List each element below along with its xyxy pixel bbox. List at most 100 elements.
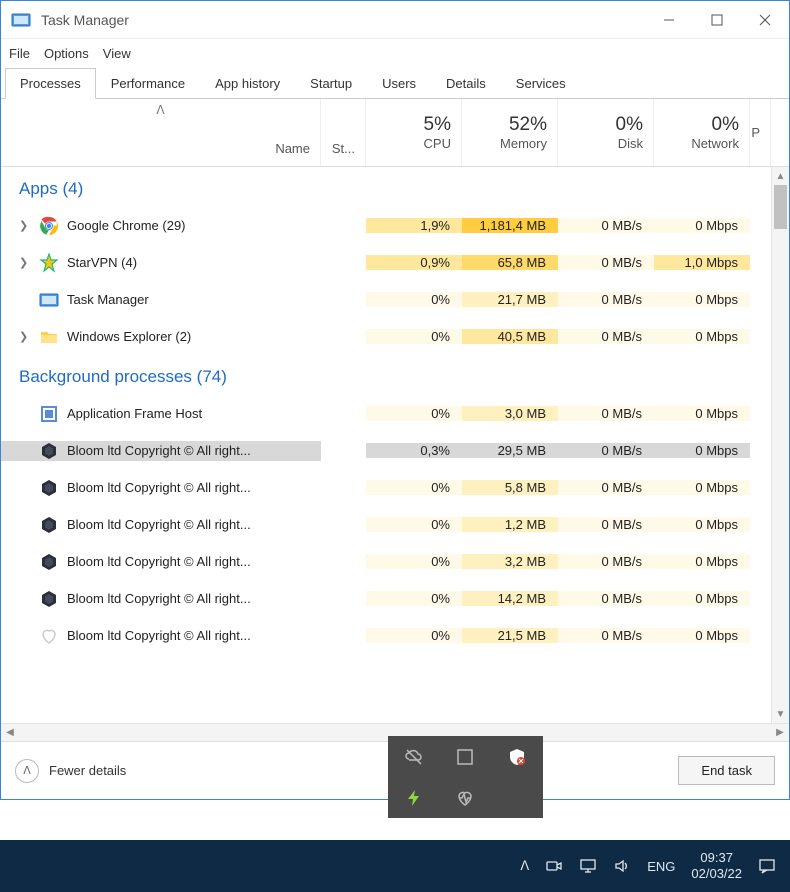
process-name: Bloom ltd Copyright © All right... [67, 591, 251, 606]
process-name: StarVPN (4) [67, 255, 137, 270]
cell-disk: 0 MB/s [558, 255, 654, 270]
maximize-button[interactable] [693, 1, 741, 39]
process-name: Bloom ltd Copyright © All right... [67, 517, 251, 532]
process-row[interactable]: Bloom ltd Copyright © All right...0,3%29… [1, 432, 789, 469]
bloom-icon [39, 515, 59, 535]
close-button[interactable] [741, 1, 789, 39]
cell-disk: 0 MB/s [558, 480, 654, 495]
tab-app-history[interactable]: App history [200, 68, 295, 99]
tab-performance[interactable]: Performance [96, 68, 200, 99]
process-name: Application Frame Host [67, 406, 202, 421]
cell-memory: 3,2 MB [462, 554, 558, 569]
menubar: File Options View [1, 39, 789, 67]
menu-view[interactable]: View [103, 46, 131, 61]
end-task-button[interactable]: End task [678, 756, 775, 785]
process-name: Bloom ltd Copyright © All right... [67, 480, 251, 495]
cell-disk: 0 MB/s [558, 406, 654, 421]
tray-overflow-popup[interactable] [388, 736, 543, 818]
cell-memory: 21,5 MB [462, 628, 558, 643]
scroll-up-icon[interactable]: ▲ [772, 167, 789, 185]
process-row[interactable]: Bloom ltd Copyright © All right...0%14,2… [1, 580, 789, 617]
process-row[interactable]: Application Frame Host0%3,0 MB0 MB/s0 Mb… [1, 395, 789, 432]
window-title: Task Manager [41, 12, 129, 28]
expand-chevron-icon[interactable]: ❯ [19, 219, 31, 232]
bolt-icon[interactable] [388, 777, 440, 818]
tray-overflow-chevron-icon[interactable]: ᐱ [520, 858, 529, 874]
cell-disk: 0 MB/s [558, 443, 654, 458]
scroll-down-icon[interactable]: ▼ [772, 705, 789, 723]
bloom-icon [39, 552, 59, 572]
task-manager-window: Task Manager File Options View Processes… [0, 0, 790, 800]
cell-network: 0 Mbps [654, 517, 750, 532]
fewer-details-button[interactable]: ᐱ Fewer details [15, 759, 126, 783]
process-name: Task Manager [67, 292, 149, 307]
scroll-right-icon[interactable]: ▶ [771, 727, 789, 738]
tab-details[interactable]: Details [431, 68, 501, 99]
vertical-scrollbar[interactable]: ▲ ▼ [771, 167, 789, 723]
cell-cpu: 0% [366, 480, 462, 495]
cell-network: 0 Mbps [654, 628, 750, 643]
cell-network: 0 Mbps [654, 554, 750, 569]
process-name: Google Chrome (29) [67, 218, 186, 233]
process-row[interactable]: Bloom ltd Copyright © All right...0%1,2 … [1, 506, 789, 543]
taskmgr-icon [39, 290, 59, 310]
expand-chevron-icon[interactable]: ❯ [19, 330, 31, 343]
column-extra[interactable]: P [750, 99, 771, 166]
scroll-thumb[interactable] [774, 185, 787, 229]
tab-users[interactable]: Users [367, 68, 431, 99]
bloom-icon [39, 478, 59, 498]
cell-disk: 0 MB/s [558, 554, 654, 569]
scroll-left-icon[interactable]: ◀ [1, 727, 19, 738]
minimize-button[interactable] [645, 1, 693, 39]
process-row[interactable]: ❯StarVPN (4)0,9%65,8 MB0 MB/s1,0 Mbps [1, 244, 789, 281]
language-indicator[interactable]: ENG [647, 859, 675, 874]
process-row[interactable]: Bloom ltd Copyright © All right...0%3,2 … [1, 543, 789, 580]
titlebar[interactable]: Task Manager [1, 1, 789, 39]
process-row[interactable]: ❯Windows Explorer (2)0%40,5 MB0 MB/s0 Mb… [1, 318, 789, 355]
heartbeat-icon[interactable] [440, 777, 492, 818]
group-background[interactable]: Background processes (74) [1, 355, 789, 395]
process-row[interactable]: Task Manager0%21,7 MB0 MB/s0 Mbps [1, 281, 789, 318]
cell-disk: 0 MB/s [558, 517, 654, 532]
cloud-off-icon[interactable] [388, 736, 440, 777]
heart-icon [39, 626, 59, 646]
notifications-icon[interactable] [758, 857, 776, 875]
column-network[interactable]: 0% Network [654, 99, 750, 166]
group-apps[interactable]: Apps (4) [1, 167, 789, 207]
clock[interactable]: 09:37 02/03/22 [691, 850, 742, 881]
column-cpu[interactable]: 5% CPU [366, 99, 462, 166]
security-shield-icon[interactable] [491, 736, 543, 777]
cell-memory: 14,2 MB [462, 591, 558, 606]
column-disk[interactable]: 0% Disk [558, 99, 654, 166]
network-icon[interactable] [579, 857, 597, 875]
meet-now-icon[interactable] [545, 857, 563, 875]
cell-cpu: 1,9% [366, 218, 462, 233]
taskmgr-icon [9, 8, 33, 32]
column-name[interactable]: ᐱ Name [1, 99, 321, 166]
process-row[interactable]: Bloom ltd Copyright © All right... 0%21,5… [1, 617, 789, 654]
menu-options[interactable]: Options [44, 46, 89, 61]
square-icon[interactable] [440, 736, 492, 777]
cell-cpu: 0% [366, 329, 462, 344]
tab-processes[interactable]: Processes [5, 68, 96, 99]
cell-memory: 1,181,4 MB [462, 218, 558, 233]
cell-network: 0 Mbps [654, 329, 750, 344]
taskbar[interactable]: ᐱ ENG 09:37 02/03/22 [0, 840, 790, 892]
process-name: Bloom ltd Copyright © All right... [67, 443, 251, 458]
process-row[interactable]: Bloom ltd Copyright © All right... 0%5,8 … [1, 469, 789, 506]
tab-startup[interactable]: Startup [295, 68, 367, 99]
process-row[interactable]: ❯Google Chrome (29)1,9%1,181,4 MB0 MB/s0… [1, 207, 789, 244]
cell-cpu: 0% [366, 628, 462, 643]
expand-chevron-icon[interactable]: ❯ [19, 256, 31, 269]
cell-memory: 5,8 MB [462, 480, 558, 495]
cell-network: 0 Mbps [654, 480, 750, 495]
process-name: Bloom ltd Copyright © All right... [67, 628, 251, 643]
menu-file[interactable]: File [9, 46, 30, 61]
explorer-icon [39, 327, 59, 347]
cell-cpu: 0% [366, 292, 462, 307]
tab-services[interactable]: Services [501, 68, 581, 99]
column-status[interactable]: St... [321, 99, 366, 166]
volume-icon[interactable] [613, 857, 631, 875]
column-memory[interactable]: 52% Memory [462, 99, 558, 166]
cell-disk: 0 MB/s [558, 329, 654, 344]
